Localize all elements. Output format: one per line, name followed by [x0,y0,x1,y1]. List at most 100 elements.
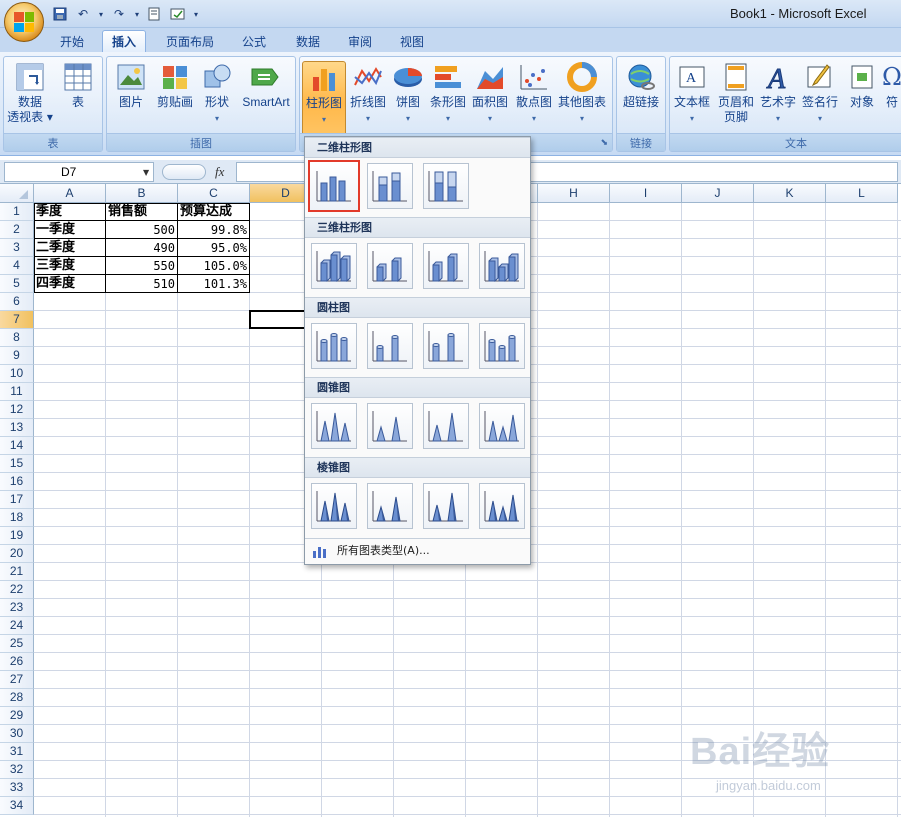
row-header-3[interactable]: 3 [0,239,34,257]
cone-chart-option-4[interactable] [479,403,525,449]
2d-column-chart-option-2[interactable] [367,163,413,209]
row-header-10[interactable]: 10 [0,365,34,383]
row-header-11[interactable]: 11 [0,383,34,401]
sales-cell[interactable]: 510 [106,275,178,293]
row-header-2[interactable]: 2 [0,221,34,239]
row-header-1[interactable]: 1 [0,203,34,221]
hyperlink-button[interactable]: 超链接 [619,61,663,110]
cylinder-chart-option-4[interactable] [479,323,525,369]
sales-cell[interactable]: 550 [106,257,178,275]
customize-qat-icon[interactable]: ▾ [191,4,201,24]
row-header-23[interactable]: 23 [0,599,34,617]
row-header-27[interactable]: 27 [0,671,34,689]
formula-expand-handle[interactable] [162,164,206,180]
wordart-button[interactable]: A 艺术字 ▾ [756,61,800,125]
row-header-19[interactable]: 19 [0,527,34,545]
row-header-28[interactable]: 28 [0,689,34,707]
quarter-cell[interactable]: 四季度 [34,275,106,293]
sales-cell[interactable]: 490 [106,239,178,257]
spelling-icon[interactable] [168,4,188,24]
pyramid-chart-option-2[interactable] [367,483,413,529]
budget-cell[interactable]: 99.8% [178,221,250,239]
cone-chart-option-3[interactable] [423,403,469,449]
column-header-h[interactable]: H [538,184,610,203]
all-chart-types-item[interactable]: 所有图表类型(A)... [305,538,530,564]
2d-column-chart-option-1[interactable] [308,160,360,212]
symbol-button[interactable]: Ω 符 [880,61,901,110]
quarter-cell[interactable]: 二季度 [34,239,106,257]
line-chart-button[interactable]: 折线图 ▾ [346,61,390,125]
name-box-dropdown-icon[interactable]: ▼ [143,168,149,177]
row-header-33[interactable]: 33 [0,779,34,797]
save-icon[interactable] [50,4,70,24]
tab-data[interactable]: 数据 [288,30,328,52]
row-header-16[interactable]: 16 [0,473,34,491]
undo-dropdown-icon[interactable]: ▾ [96,4,106,24]
textbox-button[interactable]: A 文本框 ▾ [670,61,714,125]
column-header-j[interactable]: J [682,184,754,203]
row-header-20[interactable]: 20 [0,545,34,563]
row-header-31[interactable]: 31 [0,743,34,761]
pyramid-chart-option-3[interactable] [423,483,469,529]
redo-dropdown-icon[interactable]: ▾ [132,4,142,24]
tab-home[interactable]: 开始 [50,30,94,52]
budget-cell[interactable]: 105.0% [178,257,250,275]
cylinder-chart-option-2[interactable] [367,323,413,369]
tab-review[interactable]: 审阅 [340,30,380,52]
row-header-34[interactable]: 34 [0,797,34,815]
tab-formulas[interactable]: 公式 [234,30,274,52]
tab-insert[interactable]: 插入 [102,30,146,52]
cylinder-chart-option-1[interactable] [311,323,357,369]
quarter-cell[interactable]: 三季度 [34,257,106,275]
cone-chart-option-1[interactable] [311,403,357,449]
row-header-21[interactable]: 21 [0,563,34,581]
bar-chart-button[interactable]: 条形图 ▾ [426,61,470,125]
pie-chart-button[interactable]: 饼图 ▾ [386,61,430,125]
column-header-b[interactable]: B [106,184,178,203]
2d-column-chart-option-3[interactable] [423,163,469,209]
budget-cell[interactable]: 101.3% [178,275,250,293]
row-header-13[interactable]: 13 [0,419,34,437]
object-button[interactable]: 对象 [840,61,884,110]
picture-button[interactable]: 图片 [109,61,153,110]
scatter-chart-button[interactable]: 散点图 ▾ [512,61,556,125]
row-header-18[interactable]: 18 [0,509,34,527]
column-header-k[interactable]: K [754,184,826,203]
row-header-14[interactable]: 14 [0,437,34,455]
row-header-24[interactable]: 24 [0,617,34,635]
print-preview-icon[interactable] [145,4,165,24]
header-cell[interactable]: 季度 [34,203,106,221]
budget-cell[interactable]: 95.0% [178,239,250,257]
header-cell[interactable]: 销售额 [106,203,178,221]
tab-view[interactable]: 视图 [392,30,432,52]
row-header-5[interactable]: 5 [0,275,34,293]
sales-cell[interactable]: 500 [106,221,178,239]
row-header-4[interactable]: 4 [0,257,34,275]
column-header-i[interactable]: I [610,184,682,203]
row-header-12[interactable]: 12 [0,401,34,419]
quarter-cell[interactable]: 一季度 [34,221,106,239]
name-box[interactable]: D7 [4,162,154,182]
undo-icon[interactable]: ↶ [73,4,93,24]
cone-chart-option-2[interactable] [367,403,413,449]
header-footer-button[interactable]: 页眉和 页脚 [714,61,758,125]
row-header-26[interactable]: 26 [0,653,34,671]
3d-column-chart-option-4[interactable] [479,243,525,289]
clipart-button[interactable]: 剪贴画 [153,61,197,110]
table-button[interactable]: 表 [56,61,100,110]
column-header-a[interactable]: A [34,184,106,203]
other-charts-button[interactable]: 其他图表 ▾ [556,61,608,125]
dialog-launcher-icon[interactable]: ⬊ [600,138,608,148]
row-header-25[interactable]: 25 [0,635,34,653]
redo-icon[interactable]: ↷ [109,4,129,24]
fx-icon[interactable]: fx [215,164,224,180]
office-button[interactable] [4,2,44,42]
smartart-button[interactable]: SmartArt [239,61,293,110]
column-header-c[interactable]: C [178,184,250,203]
3d-column-chart-option-1[interactable] [311,243,357,289]
select-all-corner[interactable] [0,184,34,203]
row-header-22[interactable]: 22 [0,581,34,599]
row-header-7[interactable]: 7 [0,311,34,329]
3d-column-chart-option-3[interactable] [423,243,469,289]
cylinder-chart-option-3[interactable] [423,323,469,369]
